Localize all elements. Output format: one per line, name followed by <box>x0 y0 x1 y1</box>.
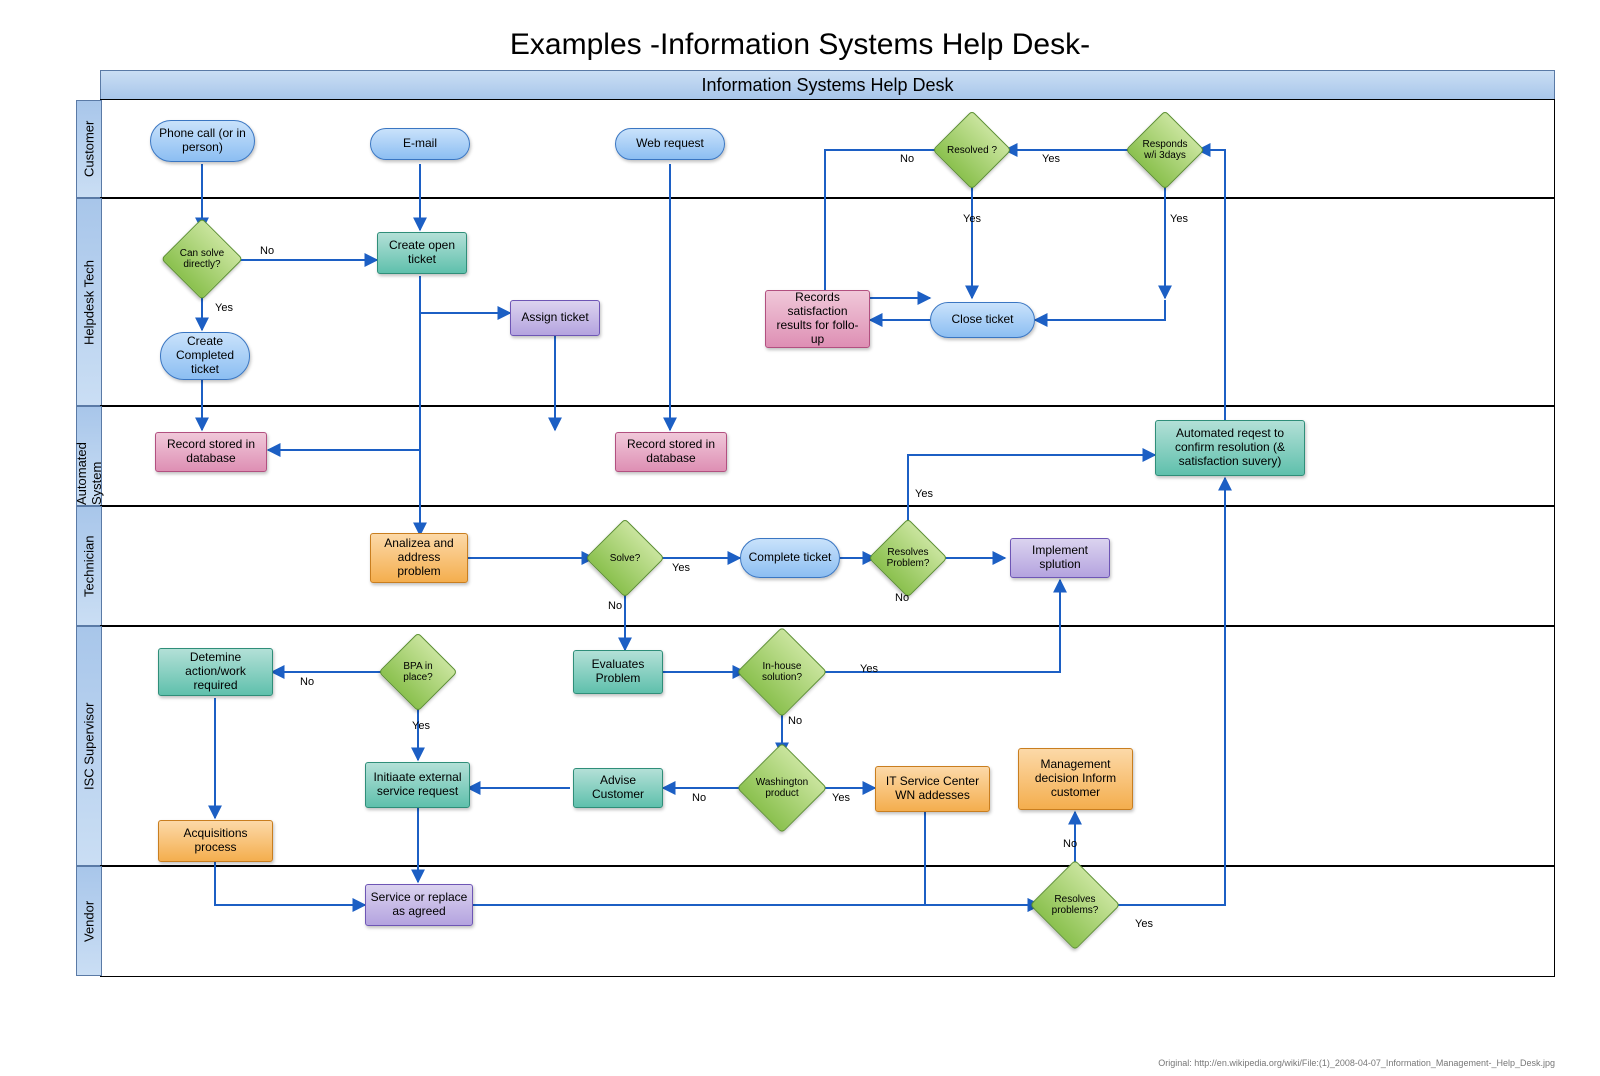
node-auto-request: Automated reqest to confirm resolution (… <box>1155 420 1305 476</box>
node-analyze: Analizea and address problem <box>370 533 468 583</box>
node-record2: Record stored in database <box>615 432 727 472</box>
label-no: No <box>900 153 914 165</box>
node-implement: Implement splution <box>1010 538 1110 578</box>
node-assign: Assign ticket <box>510 300 600 336</box>
node-acq: Acquisitions process <box>158 820 273 862</box>
footer-credit: Original: http://en.wikipedia.org/wiki/F… <box>1158 1058 1555 1068</box>
node-determine: Detemine action/work required <box>158 648 273 696</box>
label-yes: Yes <box>915 488 933 500</box>
node-close: Close ticket <box>930 302 1035 338</box>
node-resolves-problem: Resolves Problem? <box>880 530 936 586</box>
node-create-open: Create open ticket <box>377 232 467 274</box>
node-resolved: Resolved ? <box>944 122 1000 178</box>
node-service: Service or replace as agreed <box>365 884 473 926</box>
node-can-solve: Can solve directly? <box>173 230 231 288</box>
node-solve: Solve? <box>597 530 653 586</box>
label-yes: Yes <box>1042 153 1060 165</box>
node-initiate: Initiaate external service request <box>365 762 470 808</box>
label-no: No <box>260 245 274 257</box>
label-yes: Yes <box>963 213 981 225</box>
label-no: No <box>692 792 706 804</box>
label-yes: Yes <box>1170 213 1188 225</box>
label-no: No <box>300 676 314 688</box>
node-washington: Washington product <box>750 756 814 820</box>
node-advise: Advise Customer <box>573 768 663 808</box>
node-satisfaction: Records satisfaction results for follo-u… <box>765 290 870 348</box>
label-no: No <box>788 715 802 727</box>
node-bpa: BPA in place? <box>390 644 446 700</box>
node-responds: Responds w/i 3days <box>1137 122 1193 178</box>
node-web: Web request <box>615 128 725 160</box>
label-yes: Yes <box>412 720 430 732</box>
label-yes: Yes <box>1135 918 1153 930</box>
node-phone: Phone call (or in person) <box>150 120 255 162</box>
node-resolves2: Resolves problems? <box>1043 873 1107 937</box>
node-mgmt: Management decision Inform customer <box>1018 748 1133 810</box>
label-yes: Yes <box>860 663 878 675</box>
node-itcenter: IT Service Center WN addesses <box>875 766 990 812</box>
label-no: No <box>608 600 622 612</box>
label-no: No <box>1063 838 1077 850</box>
node-create-completed: Create Completed ticket <box>160 332 250 380</box>
node-complete: Complete ticket <box>740 538 840 578</box>
label-yes: Yes <box>672 562 690 574</box>
label-yes: Yes <box>832 792 850 804</box>
node-inhouse: In-house solution? <box>750 640 814 704</box>
node-evaluates: Evaluates Problem <box>573 650 663 694</box>
node-record1: Record stored in database <box>155 432 267 472</box>
node-email: E-mail <box>370 128 470 160</box>
label-yes: Yes <box>215 302 233 314</box>
label-no: No <box>895 592 909 604</box>
